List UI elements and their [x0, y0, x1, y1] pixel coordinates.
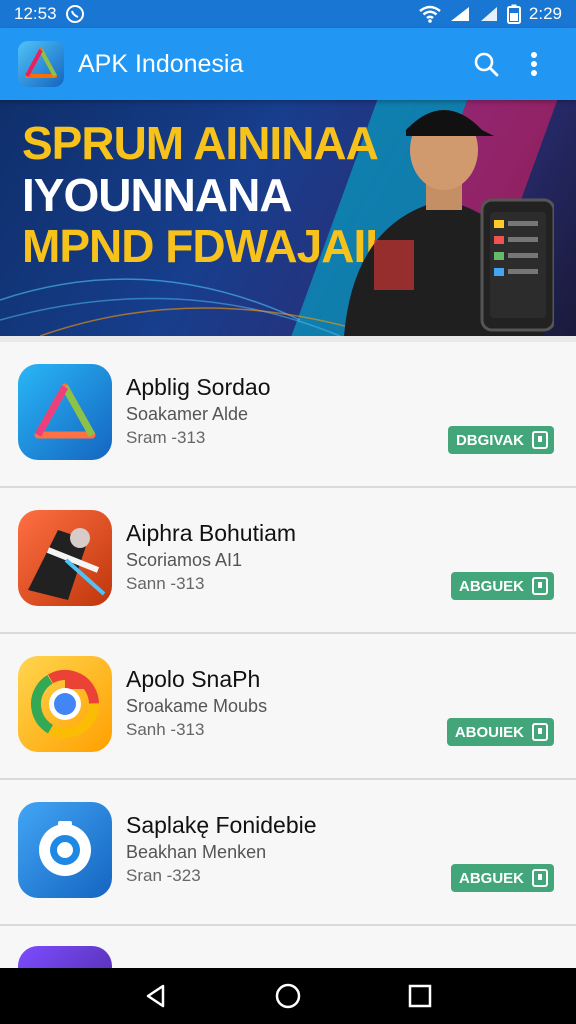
- banner-line-2: IYOUNNANA: [22, 168, 293, 221]
- chrome-icon: [18, 656, 112, 752]
- action-game-icon: [18, 510, 112, 606]
- signal-icon: [449, 5, 471, 23]
- app-size: Sanh -313: [126, 720, 205, 739]
- promo-banner[interactable]: SPRUM AININAA IYOUNNANA MPND FDWAJAII: [0, 100, 576, 336]
- list-item[interactable]: [0, 926, 576, 968]
- list-item[interactable]: Saplakę Fonidebie Beakhan Menken Sran -3…: [0, 780, 576, 926]
- search-icon[interactable]: [462, 40, 510, 88]
- app-bar: APK Indonesia: [0, 28, 576, 100]
- app-title: APK Indonesia: [78, 49, 244, 78]
- list-item[interactable]: Apolo SnaPh Sroakame Moubs Sanh -313 ABO…: [0, 634, 576, 780]
- banner-person-image: [344, 110, 554, 336]
- battery-icon: [506, 4, 521, 24]
- back-icon[interactable]: [132, 972, 180, 1020]
- download-button[interactable]: ABOUIEK: [446, 718, 554, 746]
- download-icon: [532, 869, 548, 887]
- download-button-label: ABGUEK: [458, 577, 524, 595]
- download-button-label: DBGIVAK: [455, 431, 524, 449]
- download-button[interactable]: ABGUEK: [450, 572, 554, 600]
- app-name: Saplakę Fonidebie: [126, 812, 317, 838]
- banner-headline: SPRUM AININAA IYOUNNANA MPND FDWAJAII: [22, 117, 379, 273]
- list-item[interactable]: Aiphra Bohutiam Scoriamos AI1 Sann -313 …: [0, 488, 576, 634]
- signal-icon: [479, 5, 499, 23]
- app-name: Aiphra Bohutiam: [126, 520, 297, 546]
- status-time-left: 12:53: [14, 4, 57, 23]
- play-icon: [18, 946, 112, 968]
- status-bar: 12:53 2:29: [0, 0, 576, 28]
- download-button-label: ABOUIEK: [454, 723, 524, 741]
- wifi-icon: [419, 5, 441, 23]
- list-item[interactable]: Apblig Sordao Soakamer Alde Sram -313 DB…: [0, 342, 576, 488]
- app-name: Apolo SnaPh: [126, 666, 261, 692]
- app-list[interactable]: Apblig Sordao Soakamer Alde Sram -313 DB…: [0, 342, 576, 968]
- download-button[interactable]: DBGIVAK: [447, 426, 554, 454]
- home-icon[interactable]: [264, 972, 312, 1020]
- download-icon: [532, 577, 548, 595]
- app-developer: Scoriamos AI1: [126, 550, 243, 570]
- app-developer: Soakamer Alde: [126, 404, 249, 424]
- apk-logo-icon: [18, 364, 112, 460]
- camera-icon: [18, 802, 112, 898]
- recents-icon[interactable]: [396, 972, 444, 1020]
- download-icon: [532, 431, 548, 449]
- banner-line-3: MPND FDWAJAII: [22, 220, 378, 273]
- download-icon: [532, 723, 548, 741]
- download-button-label: ABGUEK: [458, 869, 524, 887]
- app-size: Sram -313: [126, 428, 206, 447]
- more-vert-icon[interactable]: [510, 40, 558, 88]
- app-size: Sran -323: [126, 866, 201, 885]
- whatsapp-icon: [65, 4, 85, 24]
- app-developer: Sroakame Moubs: [126, 696, 268, 716]
- download-button[interactable]: ABGUEK: [450, 864, 554, 892]
- apk-logo-icon: [18, 41, 64, 87]
- app-developer: Beakhan Menken: [126, 842, 267, 862]
- status-time-right: 2:29: [528, 4, 562, 23]
- app-size: Sann -313: [126, 574, 205, 593]
- navigation-bar: [0, 968, 576, 1024]
- banner-line-1: SPRUM AININAA: [22, 117, 379, 169]
- app-name: Apblig Sordao: [126, 374, 271, 400]
